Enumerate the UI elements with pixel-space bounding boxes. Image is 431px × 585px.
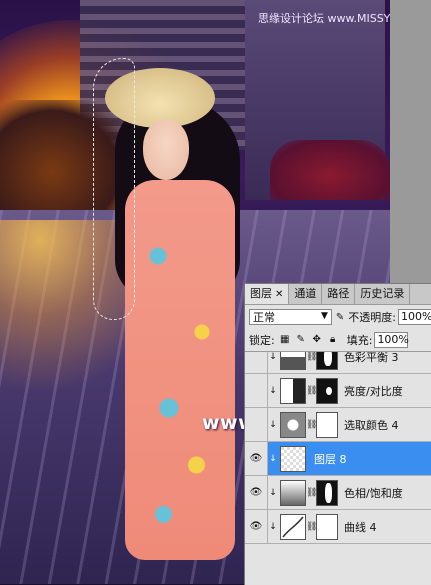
layer-thumbnail: [280, 352, 306, 370]
face: [143, 120, 189, 180]
layer-mask-thumbnail[interactable]: [316, 377, 338, 404]
visibility-toggle[interactable]: 👁︎: [245, 476, 268, 509]
clip-arrow-icon: ↓: [269, 521, 277, 532]
layers-panel: 图层 ✕ 通道 路径 历史记录 正常 ▼ ✎ 不透明度: 100% 锁定: ▦ ✎…: [244, 283, 431, 585]
layer-thumbnail: [280, 411, 306, 438]
blend-mode-select[interactable]: 正常 ▼: [249, 309, 332, 325]
layer-mask-thumbnail[interactable]: [316, 352, 338, 370]
layer-row-curves[interactable]: 👁︎ ↓ ⛓ 曲线 4: [245, 510, 431, 544]
lock-label: 锁定:: [249, 334, 275, 347]
layer-name: 色相/饱和度: [344, 486, 403, 500]
layer-name: 选取颜色 4: [344, 418, 399, 432]
link-icon: ⛓: [306, 487, 318, 498]
lock-pixels-icon[interactable]: ✎: [295, 334, 307, 346]
link-icon: ⛓: [306, 419, 318, 430]
layer-thumbnail: [280, 513, 306, 540]
layer-name: 曲线 4: [344, 520, 377, 534]
layer-row-hue-saturation[interactable]: 👁︎ ↓ ⛓ 色相/饱和度: [245, 476, 431, 510]
link-icon: ⛓: [306, 521, 318, 532]
visibility-toggle[interactable]: [245, 352, 268, 373]
layer-row-brightness-contrast[interactable]: ↓ ⛓ 亮度/对比度: [245, 374, 431, 408]
visibility-toggle[interactable]: [245, 374, 268, 407]
clip-arrow-icon: ↓: [269, 352, 277, 362]
opacity-input[interactable]: 100%: [398, 309, 431, 325]
brush-icon: ✎: [335, 311, 345, 323]
floral-dress: [125, 180, 235, 560]
blend-mode-value: 正常: [253, 311, 275, 324]
layer-thumbnail: [280, 479, 306, 506]
link-icon: ⛓: [306, 352, 318, 362]
clip-arrow-icon: ↓: [269, 487, 277, 498]
tab-label: 图层: [250, 287, 272, 300]
panel-tabs: 图层 ✕ 通道 路径 历史记录: [245, 284, 431, 305]
layer-mask-thumbnail[interactable]: [316, 479, 338, 506]
layer-thumbnail: [280, 377, 306, 404]
layer-row-color-balance[interactable]: ↓ ⛓ 色彩平衡 3: [245, 352, 431, 374]
lock-position-icon[interactable]: ✥: [311, 334, 323, 346]
visibility-toggle[interactable]: [245, 408, 268, 441]
clip-arrow-icon: ↓: [269, 453, 277, 464]
close-icon[interactable]: ✕: [275, 289, 283, 300]
fill-label: 填充:: [346, 334, 373, 347]
marching-ants-selection: [93, 58, 135, 320]
visibility-toggle[interactable]: 👁︎: [245, 510, 268, 543]
layer-name: 色彩平衡 3: [344, 352, 399, 364]
tab-layers[interactable]: 图层 ✕: [245, 284, 290, 304]
layer-name: 亮度/对比度: [344, 384, 403, 398]
layer-thumbnail: [280, 445, 306, 472]
clip-arrow-icon: ↓: [269, 385, 277, 396]
blend-row: 正常 ▼ ✎ 不透明度: 100%: [245, 305, 431, 329]
hedge: [270, 140, 390, 200]
layer-row-layer-8[interactable]: 👁︎ ↓ 图层 8: [245, 442, 431, 476]
chevron-down-icon: ▼: [320, 311, 328, 321]
tab-channels[interactable]: 通道: [289, 284, 323, 304]
link-icon: ⛓: [306, 385, 318, 396]
opacity-label: 不透明度:: [348, 311, 396, 324]
visibility-toggle[interactable]: 👁︎: [245, 442, 268, 475]
lock-row: 锁定: ▦ ✎ ✥ 🔒︎ 填充: 100%: [245, 329, 431, 352]
lock-transparency-icon[interactable]: ▦: [279, 334, 291, 346]
lock-all-icon[interactable]: 🔒︎: [327, 334, 339, 346]
clip-arrow-icon: ↓: [269, 419, 277, 430]
watermark-top: 思缘设计论坛 www.MISSYUAN.com: [258, 12, 390, 25]
layer-row-selective-color[interactable]: ↓ ⛓ 选取颜色 4: [245, 408, 431, 442]
curves-icon: [282, 516, 304, 537]
layer-name: 图层 8: [314, 452, 347, 466]
tab-history[interactable]: 历史记录: [355, 284, 411, 304]
model-figure: [93, 58, 255, 580]
layer-mask-thumbnail[interactable]: [316, 411, 338, 438]
fill-input[interactable]: 100%: [374, 332, 409, 348]
layer-mask-thumbnail[interactable]: [316, 513, 338, 540]
tab-paths[interactable]: 路径: [322, 284, 356, 304]
layer-list: ↓ ⛓ 色彩平衡 3 ↓ ⛓ 亮度/对比度 ↓ ⛓ 选取颜色 4 👁︎ ↓ 图层…: [245, 352, 431, 567]
